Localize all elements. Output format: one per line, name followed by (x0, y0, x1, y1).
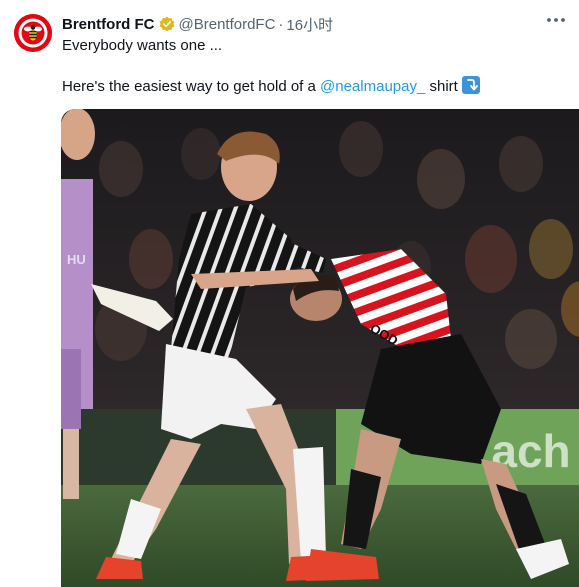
tweet-text-line-1: Everybody wants one ... (62, 37, 223, 54)
tweet-photo[interactable]: ach HU OOD (61, 109, 579, 587)
separator-dot: · (278, 15, 284, 33)
verified-badge-icon (159, 16, 175, 32)
mention-link[interactable]: @nealmaupay_ (320, 78, 425, 95)
tweet-text-suffix: shirt (425, 78, 458, 95)
more-options-icon[interactable] (543, 10, 569, 30)
author-name[interactable]: Brentford FC (62, 16, 155, 33)
tweet-header: Brentford FC @BrentfordFC · 16小时 (62, 14, 333, 34)
brentford-crest-icon[interactable] (14, 14, 52, 52)
down-arrow-emoji (461, 76, 480, 94)
timestamp[interactable]: 16小时 (286, 14, 333, 35)
author-handle[interactable]: @BrentfordFC (179, 16, 276, 33)
left-jersey-letters: HU (67, 252, 86, 267)
tweet-text-prefix: Here's the easiest way to get hold of a (62, 78, 321, 95)
tweet-text-line-2: Here's the easiest way to get hold of a … (62, 76, 480, 97)
